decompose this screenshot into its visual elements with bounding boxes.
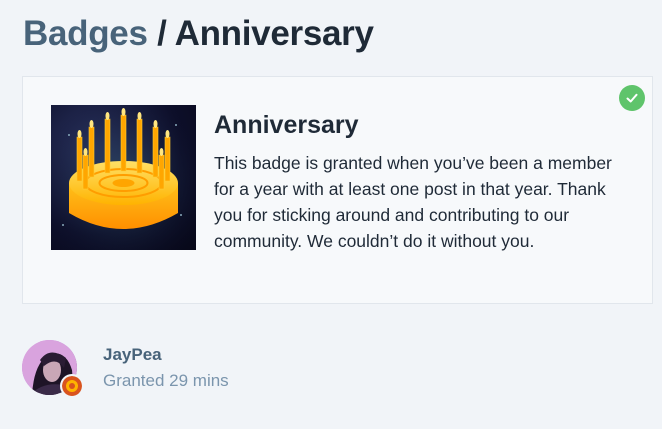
check-icon	[619, 85, 645, 111]
username-link[interactable]: JayPea	[103, 345, 162, 365]
granted-time: Granted 29 mins	[103, 371, 229, 390]
anniversary-badge-icon	[60, 374, 84, 398]
birthday-cake-icon	[51, 105, 196, 250]
breadcrumb-badges-link[interactable]: Badges	[23, 14, 148, 53]
page-title: Badges / Anniversary	[23, 12, 374, 56]
badge-description: This badge is granted when you’ve been a…	[214, 153, 612, 251]
breadcrumb-separator: /	[147, 14, 175, 53]
breadcrumb-current: Anniversary	[174, 14, 374, 53]
badge-name: Anniversary	[214, 111, 359, 139]
badge-card: Anniversary This badge is granted when y…	[22, 76, 653, 304]
